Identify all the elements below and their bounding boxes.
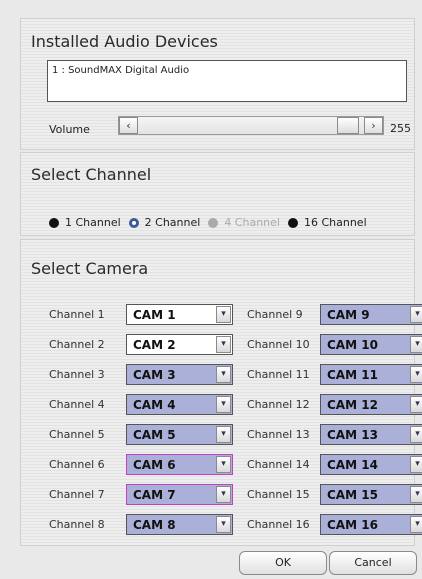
camera-select-value: CAM 13 — [327, 428, 378, 442]
channel-radio-4[interactable]: 16 Channel — [287, 216, 367, 229]
channel-label-1: Channel 1 — [49, 308, 105, 321]
chevron-down-icon[interactable]: ▾ — [216, 336, 231, 353]
chevron-down-icon[interactable]: ▾ — [216, 396, 231, 413]
radio-dot-icon — [128, 217, 139, 228]
camera-select-value: CAM 3 — [133, 368, 176, 382]
camera-select-value: CAM 12 — [327, 398, 378, 412]
camera-select-channel-7[interactable]: CAM 7 ▾ — [126, 484, 233, 505]
channel-label-6: Channel 6 — [49, 458, 105, 471]
channel-label-16: Channel 16 — [247, 518, 310, 531]
camera-section-title: Select Camera — [31, 259, 149, 278]
camera-select-channel-3[interactable]: CAM 3 ▾ — [126, 364, 233, 385]
chevron-down-icon[interactable]: ▾ — [410, 426, 422, 443]
camera-select-channel-15[interactable]: CAM 15 ▾ — [320, 484, 422, 505]
camera-select-value: CAM 6 — [133, 458, 176, 472]
channel-radio-label: 16 Channel — [303, 216, 367, 229]
channel-radio-3: 4 Channel — [208, 216, 280, 229]
camera-select-channel-14[interactable]: CAM 14 ▾ — [320, 454, 422, 475]
volume-value: 255 — [390, 122, 411, 135]
audio-device-list[interactable]: 1 : SoundMAX Digital Audio — [47, 60, 407, 102]
volume-label: Volume — [49, 123, 90, 136]
audio-section-title: Installed Audio Devices — [31, 32, 218, 51]
camera-select-channel-9[interactable]: CAM 9 ▾ — [320, 304, 422, 325]
camera-select-channel-11[interactable]: CAM 11 ▾ — [320, 364, 422, 385]
camera-select-channel-6[interactable]: CAM 6 ▾ — [126, 454, 233, 475]
chevron-down-icon[interactable]: ▾ — [410, 456, 422, 473]
audio-device-item[interactable]: 1 : SoundMAX Digital Audio — [52, 65, 189, 76]
camera-select-channel-10[interactable]: CAM 10 ▾ — [320, 334, 422, 355]
select-camera-section: Select Camera Channel 1 CAM 1 ▾ Channel 2 CA… — [20, 239, 422, 546]
camera-select-channel-13[interactable]: CAM 13 ▾ — [320, 424, 422, 445]
channel-label-10: Channel 10 — [247, 338, 310, 351]
cancel-button[interactable]: Cancel — [329, 551, 417, 575]
chevron-down-icon[interactable]: ▾ — [216, 486, 231, 503]
camera-select-value: CAM 15 — [327, 488, 378, 502]
volume-thumb[interactable] — [337, 117, 359, 134]
channel-label-15: Channel 15 — [247, 488, 310, 501]
radio-dot-icon — [49, 217, 59, 228]
select-channel-section: Select Channel 1 Channel 2 Channel 4 Chann… — [20, 152, 415, 236]
channel-section-title: Select Channel — [31, 165, 152, 184]
camera-select-value: CAM 5 — [133, 428, 176, 442]
chevron-down-icon[interactable]: ▾ — [410, 366, 422, 383]
channel-label-14: Channel 14 — [247, 458, 310, 471]
channel-radio-label: 1 Channel — [65, 216, 121, 229]
chevron-down-icon[interactable]: ▾ — [410, 306, 422, 323]
channel-label-3: Channel 3 — [49, 368, 105, 381]
camera-select-value: CAM 2 — [133, 338, 176, 352]
channel-label-4: Channel 4 — [49, 398, 105, 411]
channel-radio-label: 2 Channel — [144, 216, 201, 229]
camera-select-channel-5[interactable]: CAM 5 ▾ — [126, 424, 233, 445]
camera-select-channel-16[interactable]: CAM 16 ▾ — [320, 514, 422, 535]
chevron-down-icon[interactable]: ▾ — [216, 366, 231, 383]
camera-select-value: CAM 4 — [133, 398, 176, 412]
camera-select-channel-1[interactable]: CAM 1 ▾ — [126, 304, 233, 325]
channel-label-7: Channel 7 — [49, 488, 105, 501]
radio-dot-icon — [287, 217, 298, 228]
chevron-down-icon[interactable]: ▾ — [216, 456, 231, 473]
scroll-right-button[interactable]: › — [364, 117, 383, 134]
camera-select-value: CAM 16 — [327, 518, 378, 532]
channel-radio-2[interactable]: 2 Channel — [128, 216, 201, 229]
camera-select-channel-4[interactable]: CAM 4 ▾ — [126, 394, 233, 415]
ok-button[interactable]: OK — [239, 551, 327, 575]
channel-label-9: Channel 9 — [247, 308, 303, 321]
channel-radio-1[interactable]: 1 Channel — [49, 216, 121, 229]
camera-select-value: CAM 11 — [327, 368, 378, 382]
camera-select-channel-2[interactable]: CAM 2 ▾ — [126, 334, 233, 355]
radio-dot-icon — [208, 217, 219, 228]
camera-select-value: CAM 1 — [133, 308, 176, 322]
camera-select-channel-12[interactable]: CAM 12 ▾ — [320, 394, 422, 415]
chevron-down-icon[interactable]: ▾ — [216, 516, 231, 533]
camera-select-value: CAM 7 — [133, 488, 176, 502]
camera-select-value: CAM 14 — [327, 458, 378, 472]
chevron-down-icon[interactable]: ▾ — [216, 306, 231, 323]
chevron-down-icon[interactable]: ▾ — [410, 336, 422, 353]
channel-label-2: Channel 2 — [49, 338, 105, 351]
camera-select-value: CAM 8 — [133, 518, 176, 532]
channel-label-12: Channel 12 — [247, 398, 310, 411]
audio-devices-section: Installed Audio Devices 1 : SoundMAX Dig… — [20, 18, 415, 150]
camera-select-value: CAM 9 — [327, 308, 370, 322]
channel-radio-label: 4 Channel — [224, 216, 280, 229]
channel-radio-group: 1 Channel 2 Channel 4 Channel 16 Channel — [49, 216, 375, 229]
camera-select-channel-8[interactable]: CAM 8 ▾ — [126, 514, 233, 535]
chevron-down-icon[interactable]: ▾ — [410, 486, 422, 503]
channel-label-13: Channel 13 — [247, 428, 310, 441]
settings-window: Installed Audio Devices 1 : SoundMAX Dig… — [0, 0, 422, 579]
chevron-down-icon[interactable]: ▾ — [410, 396, 422, 413]
camera-select-value: CAM 10 — [327, 338, 378, 352]
chevron-down-icon[interactable]: ▾ — [216, 426, 231, 443]
channel-label-8: Channel 8 — [49, 518, 105, 531]
channel-label-11: Channel 11 — [247, 368, 310, 381]
channel-label-5: Channel 5 — [49, 428, 105, 441]
scroll-left-button[interactable]: ‹ — [119, 117, 138, 134]
chevron-down-icon[interactable]: ▾ — [410, 516, 422, 533]
volume-slider[interactable]: ‹ › — [118, 116, 384, 135]
